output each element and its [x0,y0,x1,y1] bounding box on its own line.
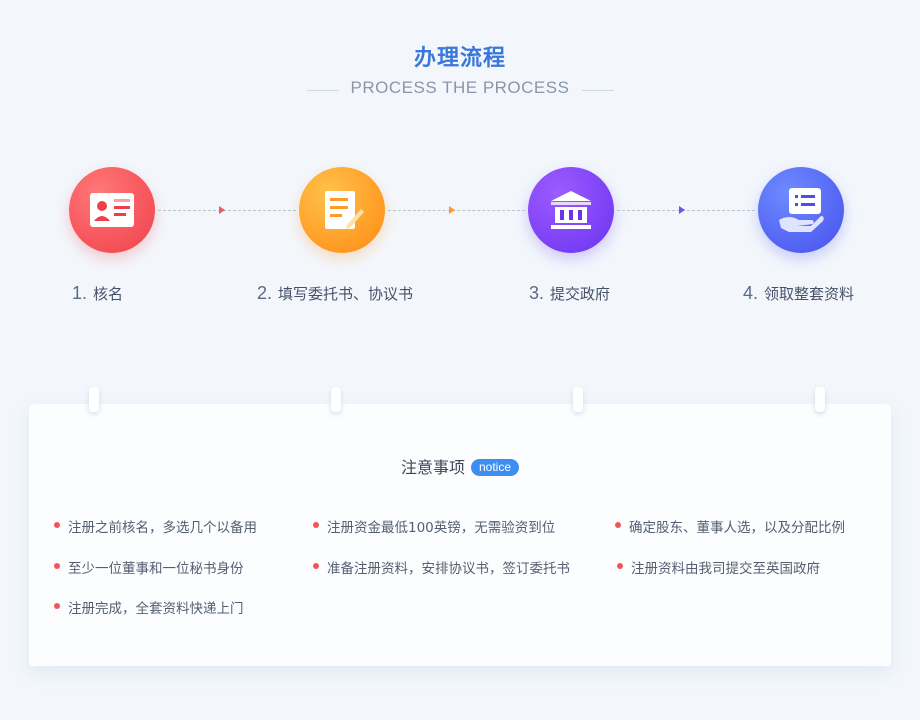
bullet-dot-icon [313,563,319,569]
government-building-icon [528,167,614,253]
bullet-dot-icon [313,522,319,528]
list-item-text: 注册资金最低100英镑，无需验资到位 [327,520,556,536]
list-item: 注册资料由我司提交至英国政府 [617,557,820,577]
notice-badge: notice [470,459,520,476]
bullet-dot-icon [617,563,623,569]
bullet-dot-icon [54,603,60,609]
list-item: 注册完成，全套资料快递上门 [54,597,244,617]
step-text: 提交政府 [550,285,611,303]
bullet-dot-icon [615,522,621,528]
step-connector-2 [388,210,525,211]
step-connector-3 [617,210,755,211]
list-item: 准备注册资料，安排协议书，签订委托书 [313,557,570,577]
bullet-dot-icon [54,563,60,569]
list-item-text: 注册之前核名，多选几个以备用 [68,520,257,536]
step-label-4: 4. 领取整套资料 [743,283,854,304]
step-number: 4. [743,283,759,303]
step-text: 填写委托书、协议书 [278,285,414,303]
card-binder-tab [331,387,341,412]
card-binder-tab [89,387,99,412]
page-subtitle: PROCESS THE PROCESS [350,78,570,97]
subtitle-row: PROCESS THE PROCESS [0,78,920,102]
step-number: 3. [529,283,545,303]
step-label-2: 2. 填写委托书、协议书 [257,283,413,304]
arrow-right-icon [219,206,225,214]
page-title: 办理流程 [413,46,506,71]
list-item-text: 注册资料由我司提交至英国政府 [631,561,820,577]
id-card-icon [69,167,155,253]
step-text: 核名 [93,285,124,303]
arrow-right-icon [679,206,685,214]
list-item-text: 至少一位董事和一位秘书身份 [68,561,244,577]
document-pen-icon [299,167,385,253]
step-number: 2. [257,283,273,303]
notice-title: 注意事项 notice [0,454,920,478]
list-item-text: 确定股东、董事人选，以及分配比例 [629,520,845,536]
process-page: 办理流程 PROCESS THE PROCESS 1. 核名 2. 填写委托书、… [0,0,920,720]
step-label-3: 3. 提交政府 [529,283,610,304]
list-item: 确定股东、董事人选，以及分配比例 [615,516,845,536]
arrow-right-icon [449,206,455,214]
list-item: 至少一位董事和一位秘书身份 [54,557,244,577]
card-binder-tab [573,387,583,412]
list-item-text: 准备注册资料，安排协议书，签订委托书 [327,561,570,577]
card-binder-tab [815,387,825,412]
subtitle-divider-right [582,90,614,91]
list-item: 注册之前核名，多选几个以备用 [54,516,257,536]
notice-heading: 注意事项 [400,458,465,477]
step-label-1: 1. 核名 [72,283,123,304]
bullet-dot-icon [54,522,60,528]
step-text: 领取整套资料 [764,285,855,303]
step-number: 1. [72,283,88,303]
step-connector-1 [158,210,296,211]
hand-receive-document-icon [758,167,844,253]
list-item: 注册资金最低100英镑，无需验资到位 [313,516,556,536]
list-item-text: 注册完成，全套资料快递上门 [68,601,244,617]
